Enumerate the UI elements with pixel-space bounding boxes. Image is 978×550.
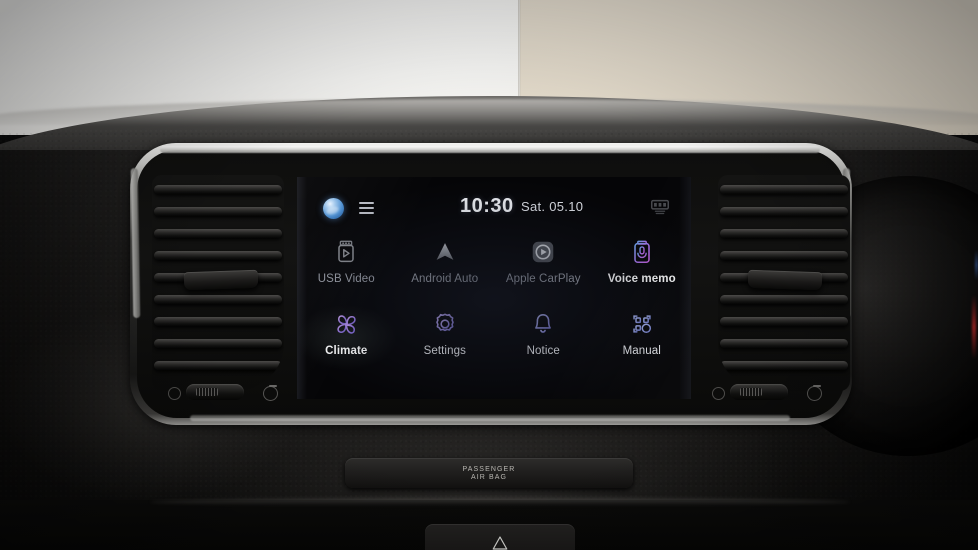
vent-louver[interactable] xyxy=(154,251,282,260)
app-label: Voice memo xyxy=(607,273,676,285)
vent-louver[interactable] xyxy=(720,207,848,216)
vent-close-knob-left[interactable] xyxy=(263,385,278,401)
status-bar: 10:30 Sat. 05.10 xyxy=(297,191,691,225)
vent-direction-thumbwheel[interactable] xyxy=(183,269,259,291)
apple-carplay-icon xyxy=(528,237,558,267)
car-dashboard-scene: 10:30 Sat. 05.10 USB Video Android Auto … xyxy=(0,0,978,550)
hazard-light-button[interactable] xyxy=(425,524,575,550)
usb-video-icon xyxy=(331,237,361,267)
hazard-triangle-icon xyxy=(492,536,508,550)
air-vent-left[interactable] xyxy=(152,175,284,391)
vent-louver[interactable] xyxy=(720,229,848,238)
vent-louver[interactable] xyxy=(720,361,848,370)
passenger-airbag-panel: PASSENGER AIR BAG xyxy=(345,458,633,488)
voice-memo-icon xyxy=(627,237,657,267)
app-tile-climate[interactable]: Climate xyxy=(297,305,396,377)
vent-louver[interactable] xyxy=(154,185,282,194)
app-tile-notice[interactable]: Notice xyxy=(494,305,593,377)
app-tile-apple-carplay[interactable]: Apple CarPlay xyxy=(494,233,593,305)
vent-louver[interactable] xyxy=(720,251,848,260)
clock-date: Sat. 05.10 xyxy=(521,199,584,214)
chrome-highlight-top xyxy=(160,146,820,153)
vent-louver[interactable] xyxy=(720,295,848,304)
vent-louver[interactable] xyxy=(154,229,282,238)
vent-close-knob-right[interactable] xyxy=(807,385,822,401)
chrome-highlight-bottom xyxy=(190,415,790,421)
keypad-icon[interactable] xyxy=(649,197,671,219)
app-tile-voice-memo[interactable]: Voice memo xyxy=(593,233,692,305)
vent-dot-left[interactable] xyxy=(168,387,181,400)
cluster-red-accent xyxy=(972,295,976,359)
vent-louver[interactable] xyxy=(154,295,282,304)
app-label: Notice xyxy=(526,345,560,357)
app-label: Settings xyxy=(423,345,466,357)
airbag-label-line2: AIR BAG xyxy=(470,473,508,481)
app-row-2: Climate Settings Notice Manual xyxy=(297,305,691,377)
air-vent-right[interactable] xyxy=(718,175,850,391)
app-tile-settings[interactable]: Settings xyxy=(396,305,495,377)
app-tile-usb-video[interactable]: USB Video xyxy=(297,233,396,305)
app-label: USB Video xyxy=(317,273,375,285)
app-label: Climate xyxy=(325,345,368,357)
settings-gear-icon xyxy=(430,309,460,339)
notice-bell-icon xyxy=(528,309,558,339)
vent-louver[interactable] xyxy=(154,207,282,216)
airbag-label-line1: PASSENGER xyxy=(462,465,516,473)
app-label: Manual xyxy=(622,345,661,357)
vent-flow-slider-right[interactable] xyxy=(730,384,788,400)
vent-flow-slider-left[interactable] xyxy=(186,384,244,400)
center-console-edge-highlight xyxy=(150,498,850,506)
android-auto-icon xyxy=(430,237,460,267)
vent-louver[interactable] xyxy=(720,339,848,348)
vent-louver[interactable] xyxy=(154,361,282,370)
app-grid: USB Video Android Auto Apple CarPlay Voi… xyxy=(297,233,691,393)
vent-louver[interactable] xyxy=(154,339,282,348)
app-tile-android-auto[interactable]: Android Auto xyxy=(396,233,495,305)
vent-louver[interactable] xyxy=(720,317,848,326)
climate-fan-icon xyxy=(331,309,361,339)
app-tile-manual[interactable]: Manual xyxy=(593,305,692,377)
vent-louver[interactable] xyxy=(720,185,848,194)
globe-icon[interactable] xyxy=(323,198,344,219)
vent-controls-left[interactable] xyxy=(168,383,278,405)
hamburger-menu-icon[interactable] xyxy=(359,202,374,214)
vent-louver[interactable] xyxy=(154,317,282,326)
infotainment-touchscreen[interactable]: 10:30 Sat. 05.10 USB Video Android Auto … xyxy=(297,177,691,399)
vent-direction-thumbwheel[interactable] xyxy=(747,269,823,291)
manual-qr-info-icon xyxy=(627,309,657,339)
app-label: Apple CarPlay xyxy=(505,273,581,285)
app-row-1: USB Video Android Auto Apple CarPlay Voi… xyxy=(297,233,691,305)
vent-dot-right[interactable] xyxy=(712,387,725,400)
clock-time: 10:30 xyxy=(460,195,514,217)
vent-controls-right[interactable] xyxy=(712,383,822,405)
app-label: Android Auto xyxy=(411,273,479,285)
